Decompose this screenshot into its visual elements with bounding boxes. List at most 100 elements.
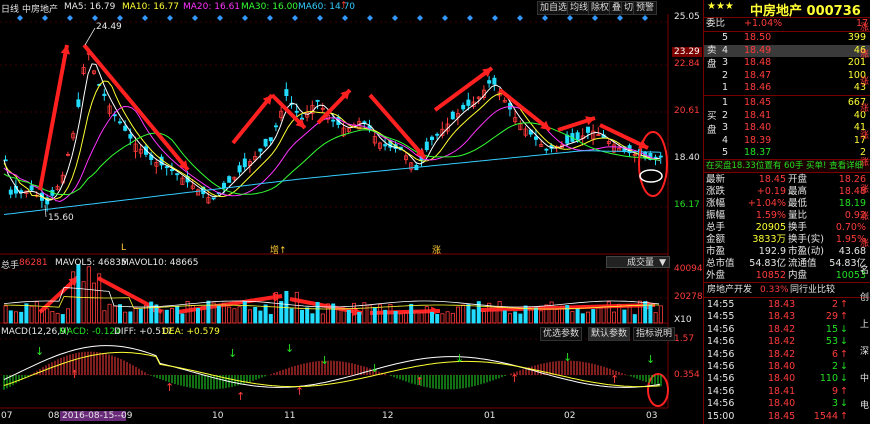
event-diamond-icon: [467, 15, 473, 21]
volume-bar: [539, 310, 544, 324]
volume-bar: [409, 303, 414, 324]
side-tab-label[interactable]: 名: [860, 263, 869, 276]
order-ratio-row: 委比 +1.04% 17: [704, 18, 870, 30]
default-params-button[interactable]: 默认参数: [588, 327, 631, 341]
indicator-dropdown[interactable]: 成交量 ▼: [606, 256, 670, 268]
buy-signal-icon: ↑: [165, 381, 174, 394]
tick-time: 14:56: [707, 373, 735, 385]
side-tab-label[interactable]: 上: [860, 317, 869, 330]
side-tab-label[interactable]: 电: [860, 398, 869, 411]
star-icon[interactable]: ★★★: [707, 1, 734, 12]
side-tab-label[interactable]: 涨: [860, 182, 869, 195]
kline-chart[interactable]: ↓ ↓ ↓ ↓ ↓ ↓ ↓ ↓ ↑ ↑ ↑ ↑ ↑ ↑ ↑: [0, 0, 703, 424]
side-tab-label[interactable]: 涨: [860, 74, 869, 87]
candle-body: [565, 134, 570, 144]
side-tab-label[interactable]: 涨: [860, 236, 869, 249]
volume-bar: [227, 306, 232, 324]
stat-row: 外盘 10852 内盘 10053: [704, 270, 870, 282]
tick-time: 14:56: [707, 348, 735, 360]
volume-bar: [133, 307, 138, 324]
tick-row: 14:56 18.42 53 ↓: [704, 336, 870, 348]
optimize-params-button[interactable]: 优选参数: [540, 327, 583, 341]
event-diamond-icon: [142, 15, 148, 21]
ma5-line: [3, 63, 661, 201]
up-arrow-icon: ↑: [840, 385, 848, 397]
volume-bar: [55, 312, 60, 324]
volume-bar: [357, 312, 362, 324]
kline-chart-area[interactable]: ↓ ↓ ↓ ↓ ↓ ↓ ↓ ↓ ↑ ↑ ↑ ↑ ↑ ↑ ↑ 日线 中房地产 MA5: 16.79 MA10:…: [0, 0, 703, 424]
volume-bar: [362, 302, 367, 324]
volume-bar: [19, 311, 24, 324]
warning-button[interactable]: 预警: [633, 1, 658, 15]
volume-label: 总手: [1, 261, 20, 271]
stock-name-label: 中房地产: [22, 5, 59, 15]
event-diamond-icon: [442, 15, 448, 21]
volume-bar: [393, 311, 398, 324]
side-tab-label[interactable]: 涨: [860, 101, 869, 114]
volume-bar: [138, 308, 143, 324]
side-tab-label[interactable]: 涨: [860, 209, 869, 222]
ask-level: 4: [722, 44, 729, 56]
volume-bar: [429, 311, 434, 324]
date-axis-label: 10: [212, 411, 224, 421]
event-marker: 涨: [432, 246, 442, 256]
tick-time: 14:56: [707, 398, 735, 410]
highlight-circle: [638, 131, 668, 197]
macd-dea: DEA: +0.579: [162, 327, 220, 337]
ask-price: 18.50: [744, 32, 772, 43]
highlight-oval: [639, 169, 663, 183]
volume-bar: [570, 311, 575, 324]
stat-row: 总市值 54.83亿 流通值 54.83亿: [704, 258, 870, 270]
side-tab-label[interactable]: 中: [860, 371, 869, 384]
volume-bar: [112, 305, 117, 324]
order-alert-bar[interactable]: 在买盘18.33位置有 60手 买单! 查看详细: [704, 160, 870, 172]
volume-bar: [123, 311, 128, 324]
tick-price: 18.42: [768, 336, 796, 348]
candle-body: [221, 182, 226, 189]
side-tab-label[interactable]: 涨: [860, 20, 869, 33]
tick-price: 18.41: [768, 385, 796, 397]
industry-change: 0.33%: [760, 285, 789, 295]
volume-bar: [216, 305, 221, 324]
side-tab-label[interactable]: 深: [860, 344, 869, 357]
tick-row: 14:56 18.40 3 ↓: [704, 398, 870, 410]
candle-body: [575, 132, 580, 140]
volume-bar: [102, 310, 107, 324]
add-watchlist-button[interactable]: 加自选: [537, 1, 571, 15]
chevron-down-icon: ▼: [659, 258, 666, 268]
candle-body: [263, 138, 268, 147]
industry-compare-link[interactable]: 同行业比较: [790, 284, 835, 296]
candle-body: [258, 148, 263, 152]
tick-price: 18.40: [768, 398, 796, 410]
tick-time: 14:56: [707, 361, 735, 372]
event-diamond-icon: [67, 15, 73, 21]
event-diamond-icon: [367, 15, 373, 21]
event-diamond-icon: [592, 15, 598, 21]
side-tab-label[interactable]: 涨: [860, 128, 869, 141]
tick-time: 15:00: [707, 410, 735, 422]
volume-bar: [45, 308, 50, 324]
down-arrow-icon: ↓: [840, 398, 848, 410]
tick-price: 18.43: [768, 299, 796, 310]
volume-bar: [612, 311, 617, 324]
industry-name[interactable]: 房地产开发: [707, 284, 752, 296]
up-arrow-icon: ↑: [840, 311, 848, 323]
volume-bar: [253, 306, 258, 324]
side-tab-label[interactable]: 涨: [860, 47, 869, 60]
volume-bar: [81, 281, 86, 324]
event-diamond-icon: [167, 15, 173, 21]
stat-label: 换手(实): [788, 234, 824, 245]
event-diamond-icon: [42, 15, 48, 21]
stat-value: 1.59%: [755, 210, 786, 221]
stat-label: 振幅: [706, 210, 726, 221]
side-tab-label[interactable]: 创: [860, 290, 869, 303]
event-diamond-icon: [217, 15, 223, 21]
volume-bar: [513, 311, 518, 324]
volume-bar: [383, 309, 388, 324]
volume-bar: [247, 309, 252, 324]
indicator-dropdown-label: 成交量: [627, 258, 655, 268]
indicator-help-button[interactable]: 指标说明: [633, 327, 676, 341]
cursor-date-label: 2016-08-15---: [60, 411, 127, 421]
side-tab-label[interactable]: 涨: [860, 155, 869, 168]
event-diamond-icon: [542, 15, 548, 21]
